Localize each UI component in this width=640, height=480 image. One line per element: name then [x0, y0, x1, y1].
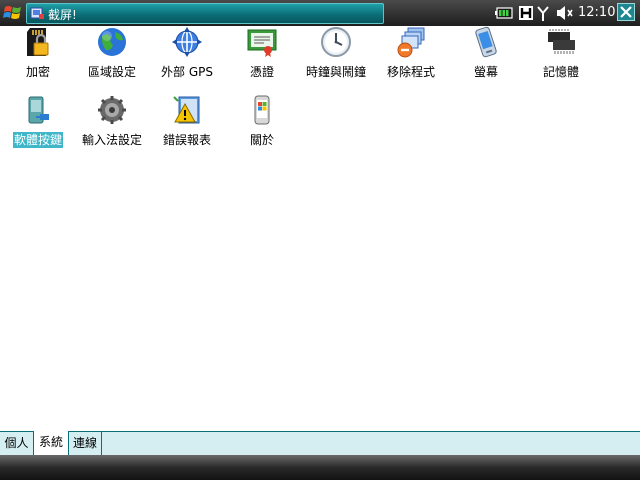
item-clock-alarms[interactable]: 時鐘與鬧鐘: [298, 26, 374, 88]
memory-chip-icon: [545, 26, 577, 58]
item-label: 憑證: [249, 65, 274, 79]
tab-personal[interactable]: 個人: [0, 432, 34, 456]
item-label: 錯誤報表: [162, 133, 211, 147]
globe-icon: [96, 26, 128, 58]
title-pill: 截屏!: [26, 3, 384, 24]
antenna-icon[interactable]: [536, 4, 550, 22]
item-memory[interactable]: 記憶體: [523, 26, 599, 88]
item-regional-settings[interactable]: 區域設定: [74, 26, 150, 88]
title-bar: 截屏! 12:10: [0, 0, 640, 26]
item-external-gps[interactable]: 外部 GPS: [149, 26, 225, 88]
gps-icon: [171, 26, 203, 58]
clock[interactable]: 12:10: [578, 5, 615, 20]
item-label: 區域設定: [87, 65, 136, 79]
input-gear-icon: [96, 94, 128, 126]
remove-programs-icon: [395, 26, 427, 58]
item-screen[interactable]: 螢幕: [448, 26, 524, 88]
item-remove-programs[interactable]: 移除程式: [373, 26, 449, 88]
settings-grid: 加密 區域設定 外部 GPS 憑證 時鐘與鬧鐘 移除程式 螢幕 記憶體 軟體按鍵…: [0, 26, 640, 431]
about-phone-icon: [246, 94, 278, 126]
window-title: 截屏!: [48, 8, 77, 22]
soft-keys-icon: [22, 94, 54, 126]
tab-strip: 個人 系統 連線: [0, 431, 640, 456]
certificate-icon: [246, 26, 278, 58]
item-label: 外部 GPS: [161, 65, 213, 79]
app-icon: [30, 6, 45, 21]
clock-icon: [320, 26, 352, 58]
item-label: 關於: [249, 133, 274, 147]
item-label: 記憶體: [542, 65, 579, 79]
item-label: 螢幕: [473, 65, 498, 79]
menu-bar: [0, 455, 640, 480]
item-input-settings[interactable]: 輸入法設定: [74, 94, 150, 156]
item-label: 時鐘與鬧鐘: [305, 65, 366, 79]
battery-icon[interactable]: [495, 4, 515, 22]
item-soft-keys[interactable]: 軟體按鍵: [0, 94, 76, 156]
item-encryption[interactable]: 加密: [0, 26, 76, 88]
item-error-reporting[interactable]: 錯誤報表: [149, 94, 225, 156]
item-label: 軟體按鍵: [12, 132, 63, 148]
close-icon[interactable]: [617, 3, 635, 21]
h-network-icon[interactable]: [518, 4, 534, 22]
item-label: 移除程式: [386, 65, 435, 79]
item-about[interactable]: 關於: [224, 94, 300, 156]
error-report-icon: [171, 94, 203, 126]
speaker-icon[interactable]: [556, 5, 574, 21]
item-label: 輸入法設定: [81, 133, 142, 147]
screen-icon: [470, 26, 502, 58]
tab-system[interactable]: 系統: [33, 431, 69, 456]
item-certificates[interactable]: 憑證: [224, 26, 300, 88]
item-label: 加密: [25, 65, 50, 79]
tab-connections[interactable]: 連線: [69, 432, 102, 456]
lock-card-icon: [22, 26, 54, 58]
windows-start-icon[interactable]: [2, 2, 24, 24]
